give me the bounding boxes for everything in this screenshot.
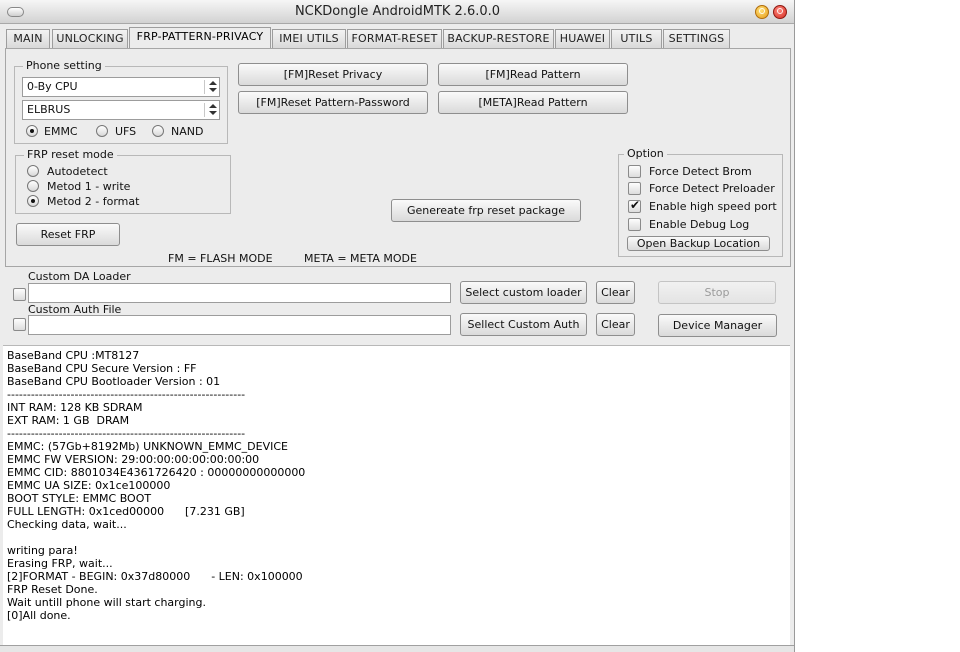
tab-unlocking[interactable]: UNLOCKING [52, 29, 128, 48]
log-line: [2]FORMAT - BEGIN: 0x37d80000 - LEN: 0x1… [7, 570, 303, 583]
meta-mode-legend: META = META MODE [304, 252, 417, 265]
custom-auth-file-checkbox[interactable] [13, 318, 26, 331]
force-detect-preloader-checkbox[interactable] [628, 182, 641, 195]
debug-log-checkbox[interactable] [628, 218, 641, 231]
minimize-icon [759, 8, 765, 14]
title-bar: NCKDongle AndroidMTK 2.6.0.0 [0, 0, 794, 24]
clear-loader-button[interactable]: Clear [596, 281, 635, 304]
open-backup-location-button[interactable]: Open Backup Location [627, 236, 770, 251]
reset-privacy-button[interactable]: [FM]Reset Privacy [238, 63, 428, 86]
option-label: Option [624, 147, 667, 160]
clear-auth-button[interactable]: Clear [596, 313, 635, 336]
cpu-select-value: 0-By CPU [27, 80, 78, 93]
custom-da-loader-label: Custom DA Loader [28, 270, 131, 283]
log-line: ----------------------------------------… [7, 388, 246, 401]
log-line: FRP Reset Done. [7, 583, 98, 596]
reset-pattern-password-button[interactable]: [FM]Reset Pattern-Password [238, 91, 428, 114]
log-line: EXT RAM: 1 GB DRAM [7, 414, 130, 427]
log-line: EMMC CID: 8801034E4361726420 : 000000000… [7, 466, 306, 479]
frp-mode-method2-label: Metod 2 - format [47, 195, 140, 208]
log-line: Checking data, wait... [7, 518, 127, 531]
log-output[interactable]: BaseBand CPU :MT8127 BaseBand CPU Secure… [3, 345, 790, 645]
phone-setting-label: Phone setting [23, 59, 105, 72]
status-bar [0, 645, 794, 652]
frp-reset-mode-label: FRP reset mode [24, 148, 117, 161]
stop-button[interactable]: Stop [658, 281, 776, 304]
model-select[interactable]: ELBRUS [22, 100, 220, 120]
custom-da-loader-input[interactable] [28, 283, 451, 303]
frp-reset-mode-group: FRP reset mode Autodetect Metod 1 - writ… [15, 148, 231, 214]
storage-emmc-label: EMMC [44, 125, 78, 138]
storage-ufs-radio[interactable] [96, 125, 108, 137]
force-detect-brom-label: Force Detect Brom [649, 165, 752, 178]
tab-imei-utils[interactable]: IMEI UTILS [272, 29, 346, 48]
custom-da-loader-checkbox[interactable] [13, 288, 26, 301]
window-title: NCKDongle AndroidMTK 2.6.0.0 [294, 4, 501, 19]
storage-emmc-radio[interactable] [26, 125, 38, 137]
cpu-select[interactable]: 0-By CPU [22, 77, 220, 97]
log-line: writing para! [7, 544, 78, 557]
close-icon [777, 8, 783, 14]
tab-utils[interactable]: UTILS [611, 29, 662, 48]
log-line: FULL LENGTH: 0x1ced00000 [7.231 GB] [7, 505, 245, 518]
close-button[interactable] [773, 5, 787, 19]
select-custom-auth-button[interactable]: Sellect Custom Auth [460, 313, 587, 336]
flash-mode-legend: FM = FLASH MODE [168, 252, 273, 265]
read-pattern-fm-button[interactable]: [FM]Read Pattern [438, 63, 628, 86]
storage-ufs-label: UFS [115, 125, 137, 138]
log-line: BaseBand CPU Secure Version : FF [7, 362, 197, 375]
storage-nand-radio[interactable] [152, 125, 164, 137]
storage-nand-label: NAND [171, 125, 204, 138]
log-line: Erasing FRP, wait... [7, 557, 113, 570]
log-line: EMMC: (57Gb+8192Mb) UNKNOWN_EMMC_DEVICE [7, 440, 288, 453]
force-detect-brom-checkbox[interactable] [628, 165, 641, 178]
high-speed-port-label: Enable high speed port [649, 200, 777, 213]
log-line: EMMC UA SIZE: 0x1ce100000 [7, 479, 171, 492]
frp-panel: Phone setting 0-By CPU ELBRUS EMMC UFS N… [5, 48, 791, 267]
option-group: Option Force Detect Brom Force Detect Pr… [618, 147, 783, 257]
chevron-updown-icon [209, 104, 217, 116]
reset-frp-button[interactable]: Reset FRP [16, 223, 120, 246]
log-line: [0]All done. [7, 609, 71, 622]
log-line: INT RAM: 128 KB SDRAM [7, 401, 143, 414]
custom-auth-file-input[interactable] [28, 315, 451, 335]
debug-log-label: Enable Debug Log [649, 218, 750, 231]
generate-frp-package-button[interactable]: Genereate frp reset package [391, 199, 581, 222]
tab-backup-restore[interactable]: BACKUP-RESTORE [443, 29, 554, 48]
log-line: BaseBand CPU :MT8127 [7, 349, 140, 362]
frp-mode-autodetect-label: Autodetect [47, 165, 108, 178]
log-line: EMMC FW VERSION: 29:00:00:00:00:00:00:00 [7, 453, 260, 466]
force-detect-preloader-label: Force Detect Preloader [649, 182, 775, 195]
model-select-value: ELBRUS [27, 103, 71, 116]
tab-main[interactable]: MAIN [6, 29, 50, 48]
log-line: ----------------------------------------… [7, 427, 246, 440]
log-line: Wait untill phone will start charging. [7, 596, 206, 609]
log-line: BOOT STYLE: EMMC BOOT [7, 492, 152, 505]
tab-settings[interactable]: SETTINGS [663, 29, 730, 48]
frp-mode-autodetect-radio[interactable] [27, 165, 39, 177]
log-line: BaseBand CPU Bootloader Version : 01 [7, 375, 221, 388]
tab-huawei[interactable]: HUAWEI [555, 29, 610, 48]
phone-setting-group: Phone setting 0-By CPU ELBRUS EMMC UFS N… [14, 59, 228, 144]
frp-mode-method1-label: Metod 1 - write [47, 180, 131, 193]
frp-mode-method2-radio[interactable] [27, 195, 39, 207]
high-speed-port-checkbox[interactable] [628, 198, 641, 213]
select-custom-loader-button[interactable]: Select custom loader [460, 281, 587, 304]
device-manager-button[interactable]: Device Manager [658, 314, 777, 337]
tab-format-reset[interactable]: FORMAT-RESET [347, 29, 442, 48]
minimize-button[interactable] [755, 5, 769, 19]
tab-frp-pattern-privacy[interactable]: FRP-PATTERN-PRIVACY [129, 27, 271, 48]
read-pattern-meta-button[interactable]: [META]Read Pattern [438, 91, 628, 114]
frp-mode-method1-radio[interactable] [27, 180, 39, 192]
chevron-updown-icon [209, 81, 217, 93]
app-window: NCKDongle AndroidMTK 2.6.0.0 MAIN UNLOCK… [0, 0, 795, 652]
